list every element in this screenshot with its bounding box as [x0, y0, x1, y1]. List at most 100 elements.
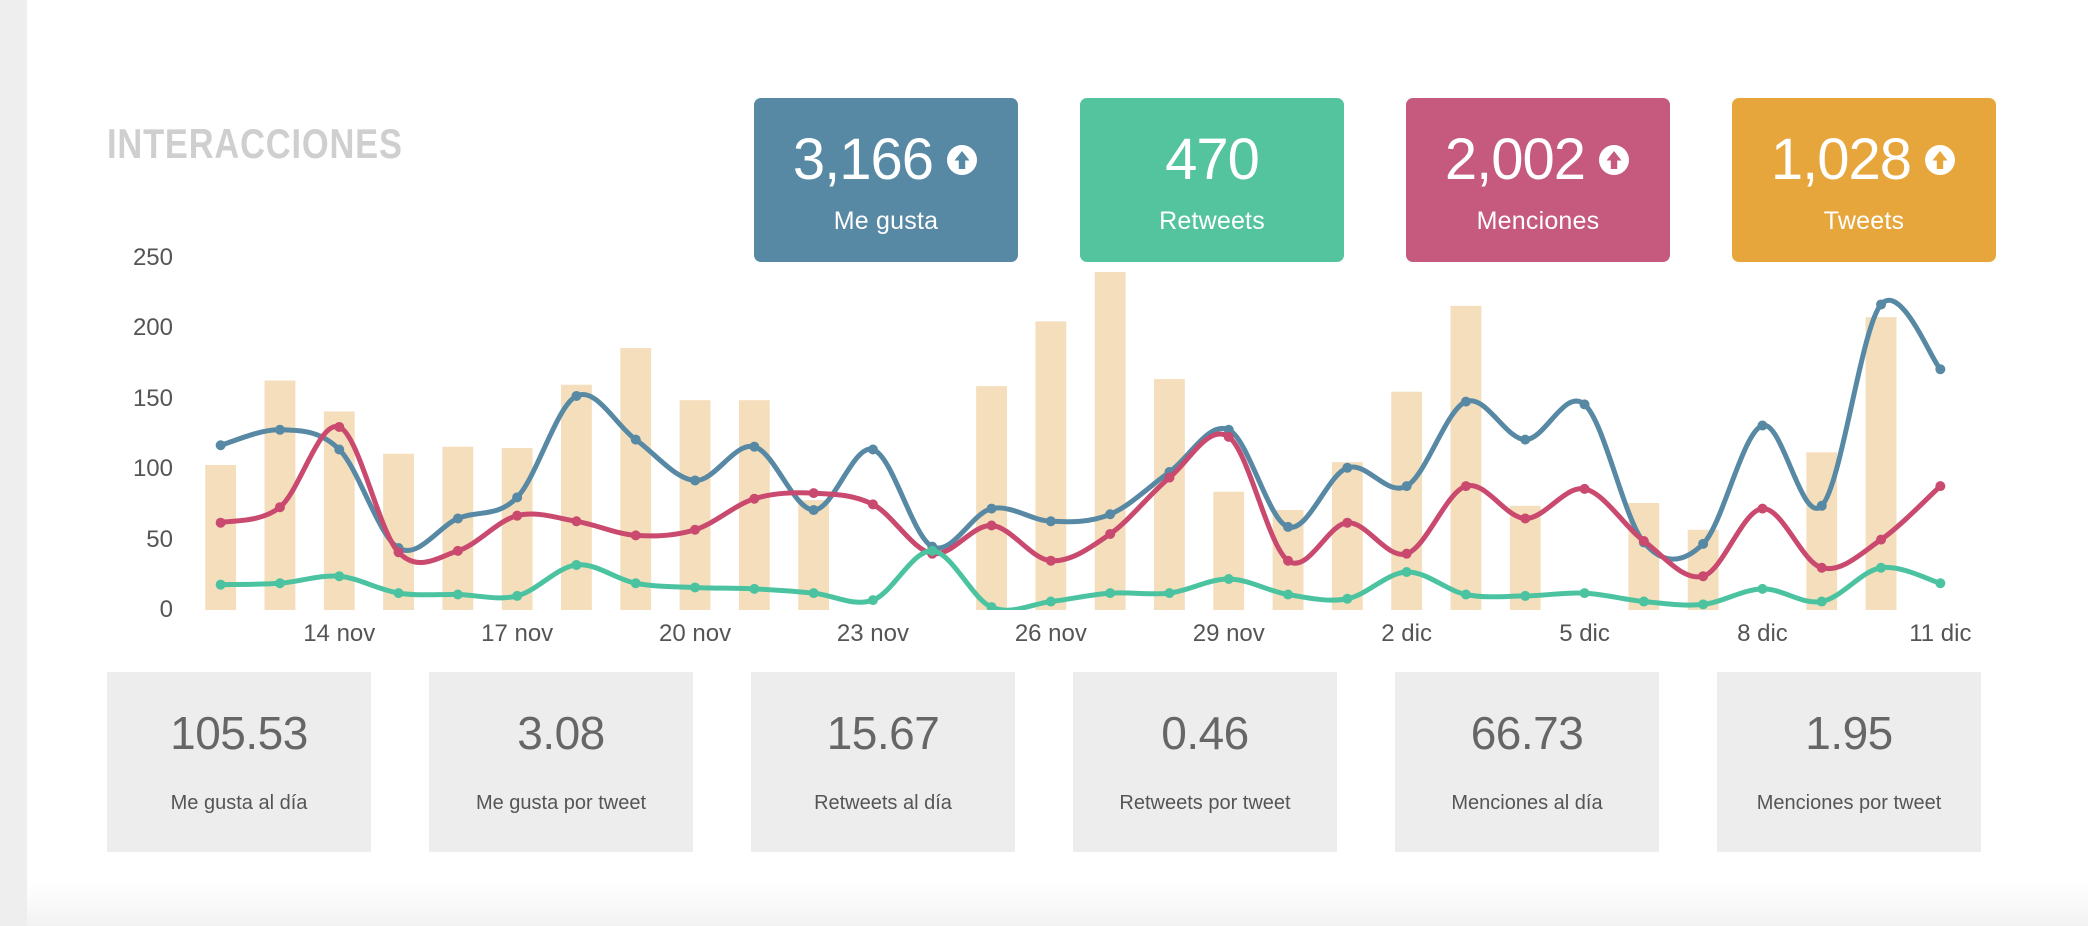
dashboard-root: INTERACCIONES 3,166 Me gusta 470 Retweets 2,… — [0, 0, 2088, 926]
x-tick-6: 2 dic — [1381, 620, 1432, 647]
chart-point — [215, 517, 226, 528]
chart-point — [1876, 534, 1887, 545]
chart-point — [571, 390, 582, 401]
chart-svg — [205, 272, 1946, 610]
stat-box-5: 1.95 Menciones por tweet — [1717, 672, 1981, 852]
chart-point — [215, 440, 226, 451]
chart-point — [1223, 574, 1234, 585]
chart-point — [512, 492, 523, 503]
kpi-card-retweets[interactable]: 470 Retweets — [1080, 98, 1344, 262]
chart-point — [1105, 509, 1116, 520]
chart-bar — [1450, 305, 1482, 610]
y-tick-200: 200 — [132, 314, 173, 342]
chart-point — [1638, 596, 1649, 607]
stat-box-2: 15.67 Retweets al día — [751, 672, 1015, 852]
chart-point — [749, 583, 760, 594]
interactions-chart: 0 50 100 150 200 250 14 nov 17 nov 20 nov 23 nov… — [107, 244, 1972, 660]
chart-point — [1698, 571, 1709, 582]
x-tick-9: 11 dic — [1909, 620, 1972, 647]
kpi-card-tweets[interactable]: 1,028 Tweets — [1732, 98, 1996, 262]
chart-point — [1816, 562, 1827, 573]
stat-value: 0.46 — [1161, 706, 1249, 759]
chart-point — [1045, 516, 1056, 527]
stat-value: 3.08 — [517, 706, 605, 759]
x-tick-1: 17 nov — [481, 620, 554, 647]
chart-point — [630, 530, 641, 541]
x-tick-0: 14 nov — [303, 620, 376, 647]
chart-point — [1876, 562, 1887, 573]
chart-point — [808, 488, 819, 499]
chart-point — [1045, 596, 1056, 607]
chart-point — [1816, 596, 1827, 607]
stat-box-0: 105.53 Me gusta al día — [107, 672, 371, 852]
kpi-value: 1,028 — [1770, 126, 1912, 192]
chart-point — [452, 545, 463, 556]
chart-point — [512, 510, 523, 521]
stat-label: Me gusta al día — [170, 791, 308, 814]
stat-label: Me gusta por tweet — [475, 791, 647, 814]
x-tick-7: 5 dic — [1559, 620, 1610, 647]
chart-point — [393, 547, 404, 558]
chart-point — [986, 503, 997, 514]
x-tick-8: 8 dic — [1737, 620, 1788, 647]
page-title: INTERACCIONES — [107, 120, 403, 167]
kpi-value-row: 2,002 — [1445, 125, 1631, 195]
chart-bar — [679, 400, 711, 610]
chart-point — [1935, 364, 1946, 375]
chart-point — [274, 502, 285, 513]
chart-point — [571, 559, 582, 570]
kpi-label: Retweets — [1159, 206, 1265, 235]
chart-point — [1579, 588, 1590, 599]
kpi-value: 3,166 — [792, 126, 934, 192]
chart-point — [1757, 420, 1768, 431]
stat-label: Menciones por tweet — [1756, 791, 1942, 814]
arrow-up-circle-icon — [1923, 143, 1957, 177]
chart-bar — [561, 384, 592, 610]
chart-point — [1283, 521, 1294, 532]
arrow-up-circle-icon — [1597, 143, 1631, 177]
chart-point — [1876, 299, 1887, 310]
chart-point — [1164, 472, 1175, 483]
stat-value: 15.67 — [826, 706, 940, 759]
chart-point — [1520, 513, 1531, 524]
chart-line-me-gusta — [218, 298, 1943, 562]
chart-point — [1579, 483, 1590, 494]
chart-point — [1460, 481, 1471, 492]
y-tick-100: 100 — [132, 455, 173, 483]
chart-point — [690, 524, 701, 535]
chart-plot-area — [191, 258, 1970, 610]
chart-point — [274, 424, 285, 435]
chart-point — [630, 434, 641, 445]
kpi-label: Me gusta — [833, 206, 939, 235]
kpi-card-me-gusta[interactable]: 3,166 Me gusta — [754, 98, 1018, 262]
chart-point — [452, 513, 463, 524]
chart-point — [1045, 555, 1056, 566]
chart-bar — [1154, 379, 1185, 610]
chart-point — [1698, 538, 1709, 549]
chart-point — [690, 475, 701, 486]
chart-point — [1401, 548, 1412, 559]
chart-point — [1401, 481, 1412, 492]
chart-point — [1935, 578, 1946, 589]
chart-point — [1935, 481, 1946, 492]
x-tick-4: 26 nov — [1014, 620, 1087, 647]
kpi-label: Tweets — [1823, 206, 1905, 235]
chart-point — [334, 571, 345, 582]
chart-point — [867, 444, 878, 455]
kpi-card-row: 3,166 Me gusta 470 Retweets 2,002 Menciones 1,… — [754, 98, 1996, 262]
chart-point — [1520, 434, 1531, 445]
stat-value: 66.73 — [1470, 706, 1584, 759]
chart-point — [1223, 431, 1234, 442]
kpi-value-row: 470 — [1165, 125, 1260, 195]
chart-point — [1460, 396, 1471, 407]
stat-label: Retweets al día — [814, 791, 952, 814]
chart-bar — [1391, 391, 1423, 610]
stat-value: 105.53 — [170, 706, 308, 759]
chart-point — [274, 578, 285, 589]
x-axis-labels: 14 nov 17 nov 20 nov 23 nov 26 nov 29 nov 2 di… — [191, 620, 1972, 660]
chart-bar — [1213, 491, 1245, 610]
kpi-label: Menciones — [1476, 206, 1600, 235]
kpi-card-menciones[interactable]: 2,002 Menciones — [1406, 98, 1670, 262]
x-tick-2: 20 nov — [659, 620, 732, 647]
chart-point — [1460, 589, 1471, 600]
